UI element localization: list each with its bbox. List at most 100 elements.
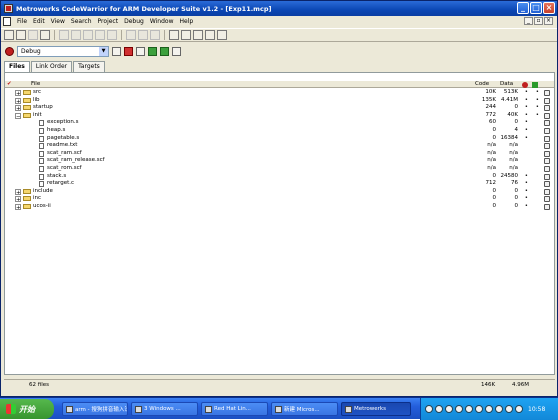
code-column-header[interactable]: Code [475,81,489,88]
expand-toggle-icon[interactable]: + [15,196,21,203]
file-row[interactable]: stack.s 0 24580 • [5,173,554,181]
expand-toggle-icon[interactable]: + [15,105,21,112]
debug-marker[interactable]: • [525,173,528,181]
menu-help[interactable]: Help [176,18,196,25]
debug-marker[interactable]: • [525,188,528,196]
touch-icon[interactable] [544,105,550,112]
debug-marker[interactable]: • [525,104,528,112]
target-settings-icon[interactable] [5,47,14,56]
folder-row[interactable]: + ucos-ii 0 0 • [5,203,554,211]
debug-marker[interactable]: • [525,135,528,143]
expand-toggle-icon[interactable]: + [15,188,21,196]
tab-targets[interactable]: Targets [73,61,105,72]
touch-icon[interactable] [544,120,550,127]
expand-toggle-icon[interactable]: + [15,90,21,97]
data-column-header[interactable]: Data [500,81,513,88]
project-window-icon[interactable] [205,30,215,40]
folder-row[interactable]: + include 0 0 • [5,188,554,196]
doc-close-button[interactable]: × [544,17,553,25]
maximize-button[interactable]: □ [530,2,542,14]
save-all-icon[interactable] [40,30,50,40]
copy-icon[interactable] [95,30,105,40]
debug-marker[interactable]: • [525,97,528,105]
touch-icon[interactable] [544,150,550,157]
folder-row[interactable]: + lib 135K 4.41M • • [5,97,554,105]
file-row[interactable]: pagetable.s 0 16384 • [5,135,554,143]
touch-icon[interactable] [544,158,550,165]
target-marker[interactable]: • [536,112,539,120]
run-icon[interactable] [160,47,169,56]
folder-row[interactable]: + inc 0 0 • [5,195,554,203]
debug-target-icon[interactable] [148,47,157,56]
taskbar-button-windows[interactable]: 3 Windows ... [131,402,198,416]
expand-toggle-icon[interactable]: + [15,203,21,211]
debug-marker[interactable]: • [525,112,528,120]
file-row[interactable]: exception.s 60 0 • [5,119,554,127]
menu-window[interactable]: Window [147,18,177,25]
tab-files[interactable]: Files [4,61,30,72]
tray-icon[interactable] [495,405,503,413]
file-row[interactable]: scat_ram.scf n/a n/a [5,150,554,158]
save-icon[interactable] [28,30,38,40]
tray-icon[interactable] [455,405,463,413]
file-row[interactable]: retarget.c 712 76 • [5,180,554,188]
file-row[interactable]: scat_rom.scf n/a n/a [5,165,554,173]
target-marker[interactable]: • [536,104,539,112]
taskbar-button-arm[interactable]: arm - 搜狗拼音输入法 [62,402,128,416]
target-select[interactable]: Debug ▼ [17,46,109,57]
touch-icon[interactable] [544,143,550,150]
touch-icon[interactable] [544,196,550,203]
find-next-icon[interactable] [138,30,148,40]
synchronize-icon[interactable] [124,47,133,56]
tray-icon[interactable] [425,405,433,413]
title-bar[interactable]: Metrowerks CodeWarrior for ARM Developer… [1,1,557,16]
debug-marker[interactable]: • [525,89,528,97]
debug-marker[interactable]: • [525,180,528,188]
target-marker[interactable]: • [536,89,539,97]
new-file-icon[interactable] [4,30,14,40]
tab-link-order[interactable]: Link Order [30,61,73,72]
debug-icon[interactable] [193,30,203,40]
network-icon[interactable] [515,405,523,413]
undo-icon[interactable] [59,30,69,40]
file-row[interactable]: heap.s 0 4 • [5,127,554,135]
touch-icon[interactable] [544,173,550,180]
minimize-button[interactable]: _ [517,2,529,14]
replace-icon[interactable] [150,30,160,40]
menu-debug[interactable]: Debug [121,18,147,25]
compile-icon[interactable] [169,30,179,40]
touch-icon[interactable] [544,203,550,210]
tray-icon[interactable] [445,405,453,413]
folder-row[interactable]: + src 10K 513K • • [5,89,554,97]
tray-icon[interactable] [475,405,483,413]
tray-icon[interactable] [485,405,493,413]
open-file-icon[interactable] [16,30,26,40]
folder-row[interactable]: − init 772 40K • • [5,112,554,120]
make-icon[interactable] [181,30,191,40]
touch-icon[interactable] [544,90,550,96]
taskbar-button-redhat[interactable]: Red Hat Lin... [201,402,268,416]
volume-icon[interactable] [505,405,513,413]
file-row[interactable]: scat_ram_release.scf n/a n/a [5,157,554,165]
debug-marker[interactable]: • [525,119,528,127]
touch-icon[interactable] [544,112,550,119]
close-button[interactable]: × [543,2,555,14]
paste-icon[interactable] [107,30,117,40]
expand-toggle-icon[interactable]: + [15,97,21,105]
tray-icon[interactable] [435,405,443,413]
taskbar-button-word[interactable]: 新建 Micros... [271,402,338,416]
doc-minimize-button[interactable]: _ [524,17,533,25]
menu-search[interactable]: Search [68,18,95,25]
touch-icon[interactable] [544,127,550,134]
file-row[interactable]: readme.txt n/a n/a [5,142,554,150]
checkmark-column-header[interactable]: ✔ [7,81,12,88]
project-inspector-icon[interactable] [172,47,181,56]
target-marker[interactable]: • [536,97,539,105]
settings-icon[interactable] [217,30,227,40]
redo-icon[interactable] [71,30,81,40]
debug-column-icon[interactable] [522,82,528,88]
expand-toggle-icon[interactable]: − [15,112,21,120]
menu-edit[interactable]: Edit [30,18,48,25]
menu-project[interactable]: Project [95,18,122,25]
doc-restore-button[interactable]: ▫ [534,17,543,25]
